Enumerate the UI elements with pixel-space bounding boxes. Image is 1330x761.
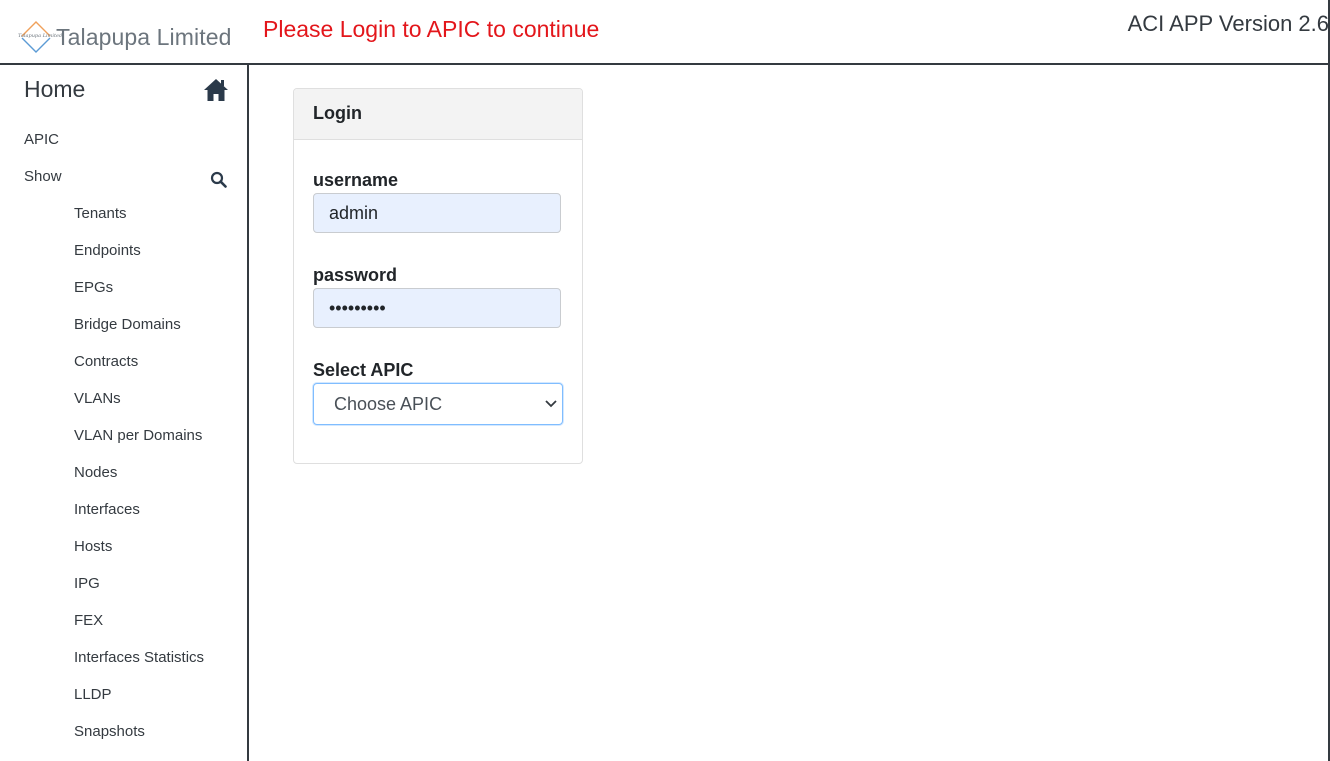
show-submenu: Tenants Endpoints EPGs Bridge Domains Co… — [74, 205, 204, 760]
sidebar-item-bridge-domains[interactable]: Bridge Domains — [74, 316, 204, 353]
apic-select-value: Choose APIC — [334, 394, 443, 414]
sidebar-home[interactable]: Home — [24, 76, 229, 106]
sidebar-item-ipg[interactable]: IPG — [74, 575, 204, 612]
login-card: Login username password Select APIC Choo… — [293, 88, 583, 464]
password-input[interactable] — [313, 288, 561, 328]
sidebar-item-snapshots[interactable]: Snapshots — [74, 723, 204, 760]
sidebar-item-nodes[interactable]: Nodes — [74, 464, 204, 501]
sidebar-item-lldp[interactable]: LLDP — [74, 686, 204, 723]
sidebar: Home APIC Show Tenants Endpoints EPGs Br… — [0, 65, 249, 761]
sidebar-item-tenants[interactable]: Tenants — [74, 205, 204, 242]
sidebar-item-hosts[interactable]: Hosts — [74, 538, 204, 575]
sidebar-item-interfaces-statistics[interactable]: Interfaces Statistics — [74, 649, 204, 686]
sidebar-item-vlan-per-domains[interactable]: VLAN per Domains — [74, 427, 204, 464]
sidebar-item-epgs[interactable]: EPGs — [74, 279, 204, 316]
brand-logo: Talapupa Limited — [17, 20, 62, 54]
sidebar-item-show[interactable]: Show — [24, 168, 62, 185]
app-page: Talapupa Limited Talapupa Limited Please… — [0, 0, 1330, 761]
top-bar: Talapupa Limited Talapupa Limited Please… — [0, 0, 1330, 65]
username-label: username — [313, 170, 399, 190]
brand-name: Talapupa Limited — [56, 23, 232, 50]
select-apic-label: Select APIC — [313, 360, 414, 380]
apic-select[interactable]: Choose APIC — [313, 383, 563, 425]
brand-logo-text: Talapupa Limited — [18, 33, 63, 39]
sidebar-home-label: Home — [24, 76, 86, 102]
login-card-title: Login — [313, 103, 362, 123]
sidebar-item-apic[interactable]: APIC — [24, 131, 59, 148]
login-prompt-message: Please Login to APIC to continue — [263, 16, 600, 42]
password-label: password — [313, 265, 398, 285]
sidebar-item-interfaces[interactable]: Interfaces — [74, 501, 204, 538]
brand[interactable]: Talapupa Limited Talapupa Limited — [17, 20, 232, 54]
sidebar-item-endpoints[interactable]: Endpoints — [74, 242, 204, 279]
home-icon[interactable] — [203, 77, 229, 103]
app-version: ACI APP Version 2.6 — [1127, 11, 1329, 36]
sidebar-item-vlans[interactable]: VLANs — [74, 390, 204, 427]
sidebar-item-fex[interactable]: FEX — [74, 612, 204, 649]
sidebar-item-contracts[interactable]: Contracts — [74, 353, 204, 390]
username-input[interactable] — [313, 193, 561, 233]
search-icon[interactable] — [210, 171, 227, 188]
login-card-header: Login — [294, 89, 582, 140]
chevron-down-icon — [545, 400, 557, 408]
